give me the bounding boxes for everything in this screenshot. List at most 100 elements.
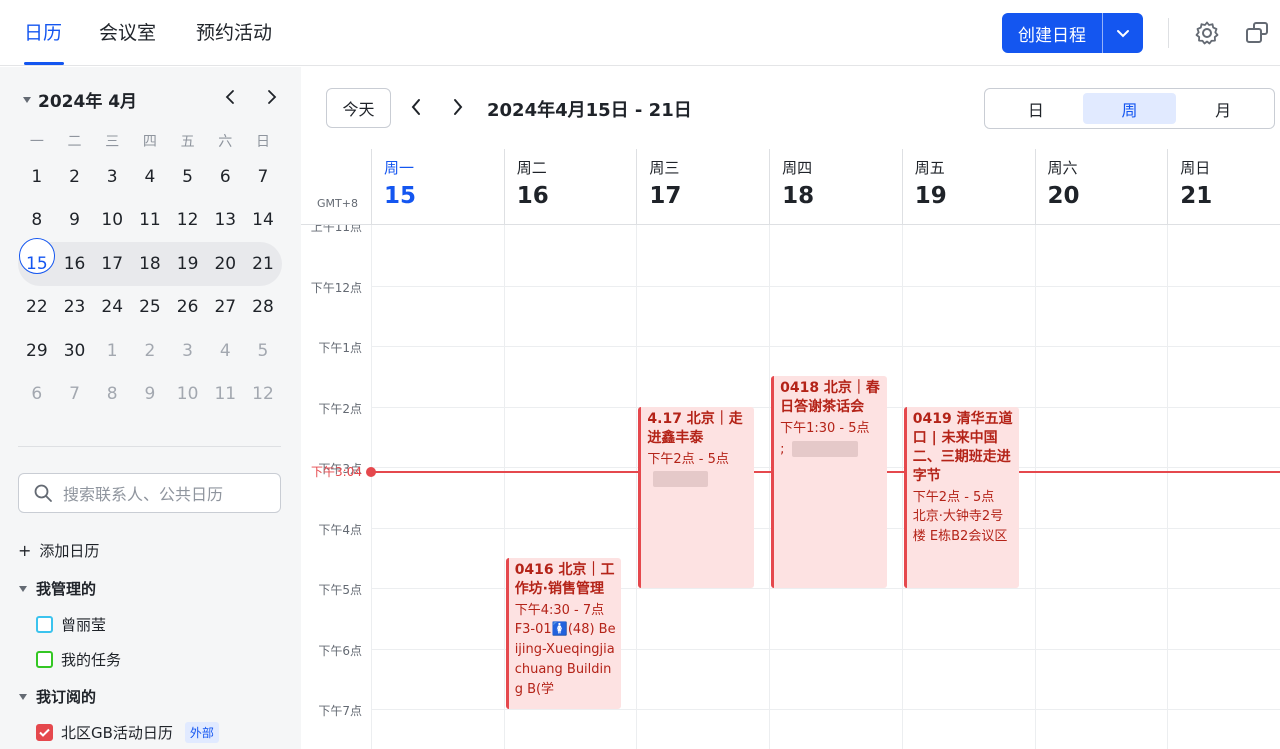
contact-search-input[interactable]: 搜索联系人、公共日历 xyxy=(18,473,281,513)
mini-calendar-day[interactable]: 3 xyxy=(169,341,207,361)
mini-calendar-day[interactable]: 4 xyxy=(131,167,169,187)
mini-calendar-day[interactable]: 28 xyxy=(244,297,282,317)
day-column-divider xyxy=(769,225,771,749)
create-event-button[interactable]: 创建日程 xyxy=(1002,13,1143,53)
mini-calendar-day[interactable]: 8 xyxy=(18,210,56,230)
mini-calendar-day[interactable]: 1 xyxy=(18,167,56,187)
mini-calendar-day[interactable]: 5 xyxy=(169,167,207,187)
mini-calendar-day[interactable]: 9 xyxy=(131,384,169,404)
week-grid[interactable]: 上午11点 下午12点 下午1点 下午2点 下午3点 下午4点 下午5点 下午6点 下午7点 下午… xyxy=(301,225,1280,749)
mini-calendar-day[interactable]: 11 xyxy=(206,384,244,404)
mini-calendar-day[interactable]: 6 xyxy=(18,384,56,404)
tab-meeting-room[interactable]: 会议室 xyxy=(99,18,156,45)
mini-calendar-day[interactable]: 9 xyxy=(56,210,94,230)
caret-down-icon xyxy=(19,585,27,592)
day-column-header[interactable]: 周一 15 xyxy=(371,149,504,225)
tab-booking-events[interactable]: 预约活动 xyxy=(196,18,272,45)
mini-calendar-day[interactable]: 27 xyxy=(206,297,244,317)
mini-calendar-day[interactable]: 12 xyxy=(244,384,282,404)
gear-icon[interactable] xyxy=(1194,20,1220,46)
mini-calendar-day[interactable]: 8 xyxy=(93,384,131,404)
mini-calendar-day[interactable]: 17 xyxy=(93,254,131,274)
day-number: 20 xyxy=(1047,183,1080,209)
tab-calendar[interactable]: 日历 xyxy=(24,18,62,45)
mini-calendar-title[interactable]: 2024年 4月 xyxy=(22,87,137,112)
mini-calendar-day[interactable]: 30 xyxy=(56,341,94,361)
mini-calendar-day[interactable]: 2 xyxy=(56,167,94,187)
event-time: 下午2点 - 5点 xyxy=(912,489,995,505)
calendar-item-personal[interactable]: 曾丽莹 xyxy=(36,614,106,635)
calendar-item-gb-events[interactable]: 北区GB活动日历 外部 xyxy=(36,722,219,743)
chevron-right-icon[interactable] xyxy=(261,87,281,107)
external-badge: 外部 xyxy=(184,722,219,743)
view-day-option[interactable]: 日 xyxy=(989,93,1083,124)
mini-calendar-day[interactable]: 2 xyxy=(131,341,169,361)
calendar-event[interactable]: 0418 北京｜春日答谢茶话会 下午1:30 - 5点; xyxy=(771,376,887,588)
calendar-item-tasks[interactable]: 我的任务 xyxy=(36,649,121,670)
mini-calendar-day[interactable]: 18 xyxy=(131,254,169,274)
calendar-event[interactable]: 0416 北京｜工作坊·销售管理 下午4:30 - 7点 F3-01🚺(48) Be… xyxy=(505,557,622,709)
mini-calendar-day[interactable]: 7 xyxy=(244,167,282,187)
day-number: 21 xyxy=(1180,183,1213,209)
redacted-location xyxy=(792,440,859,457)
section-label: 我订阅的 xyxy=(36,688,97,706)
create-event-label: 创建日程 xyxy=(1018,25,1086,46)
mini-calendar-day[interactable]: 14 xyxy=(244,210,282,230)
mini-calendar-day[interactable]: 19 xyxy=(169,254,207,274)
day-column-header[interactable]: 周六 20 xyxy=(1034,149,1168,225)
mini-calendar-day[interactable]: 29 xyxy=(18,341,56,361)
current-time-label: 下午3:04 xyxy=(311,465,362,480)
caret-down-icon xyxy=(23,96,31,103)
hour-label: 下午4点 xyxy=(318,522,362,537)
day-column-header[interactable]: 周三 17 xyxy=(636,149,769,225)
today-button[interactable]: 今天 xyxy=(326,88,391,128)
weekday-label: 日 xyxy=(255,134,270,150)
chevron-left-icon[interactable] xyxy=(407,97,427,117)
day-column-header[interactable]: 周四 18 xyxy=(769,149,902,225)
mini-calendar-day[interactable]: 26 xyxy=(169,297,207,317)
mini-calendar-day[interactable]: 5 xyxy=(244,341,282,361)
mini-calendar-day[interactable]: 7 xyxy=(56,384,94,404)
mini-calendar-day[interactable]: 10 xyxy=(93,210,131,230)
redacted-location xyxy=(653,471,709,487)
day-column-header[interactable]: 周日 21 xyxy=(1167,149,1280,225)
create-event-dropdown[interactable] xyxy=(1103,28,1143,38)
mini-calendar-day[interactable]: 13 xyxy=(206,210,244,230)
mini-calendar-day[interactable]: 12 xyxy=(169,210,207,230)
calendar-checkbox-checked[interactable] xyxy=(36,724,53,741)
mini-calendar-week: 6 7 8 9 10 11 12 xyxy=(18,373,282,417)
mini-calendar-day[interactable]: 25 xyxy=(131,297,169,317)
popout-window-icon[interactable] xyxy=(1244,20,1270,46)
mini-calendar-day[interactable]: 20 xyxy=(206,254,244,274)
mini-calendar-day[interactable]: 16 xyxy=(56,254,94,274)
day-number: 15 xyxy=(384,183,417,209)
weekday-label: 四 xyxy=(142,134,157,150)
subscribed-calendars-section[interactable]: 我订阅的 xyxy=(18,686,96,707)
mini-calendar-day[interactable]: 21 xyxy=(244,254,282,274)
mini-calendar-day[interactable]: 3 xyxy=(93,167,131,187)
view-month-option[interactable]: 月 xyxy=(1176,93,1270,124)
mini-calendar-day[interactable]: 11 xyxy=(131,210,169,230)
chevron-right-icon[interactable] xyxy=(447,97,467,117)
mini-calendar-day[interactable]: 10 xyxy=(169,384,207,404)
calendar-event[interactable]: 4.17 北京｜走进鑫丰泰 下午2点 - 5点 xyxy=(638,406,755,588)
day-number: 18 xyxy=(782,183,815,209)
mini-calendar-day[interactable]: 23 xyxy=(56,297,94,317)
mini-calendar-day[interactable]: 24 xyxy=(93,297,131,317)
section-label: 我管理的 xyxy=(36,580,97,598)
calendar-checkbox[interactable] xyxy=(36,616,53,633)
chevron-left-icon[interactable] xyxy=(221,87,241,107)
mini-calendar-day[interactable]: 6 xyxy=(206,167,244,187)
view-week-option[interactable]: 周 xyxy=(1082,93,1177,124)
hour-label: 下午5点 xyxy=(318,583,362,597)
mini-calendar-day[interactable]: 1 xyxy=(93,341,131,361)
mini-calendar-day[interactable]: 4 xyxy=(206,341,244,361)
day-column-header[interactable]: 周五 19 xyxy=(901,149,1035,225)
mini-calendar-day[interactable]: 15 xyxy=(18,237,56,274)
managed-calendars-section[interactable]: 我管理的 xyxy=(18,578,96,599)
add-calendar-button[interactable]: + 添加日历 xyxy=(18,540,99,561)
calendar-event[interactable]: 0419 清华五道口 | 未来中国二、三期班走进字节 下午2点 - 5点 北京·大钟… xyxy=(903,406,1020,588)
calendar-checkbox[interactable] xyxy=(36,651,53,668)
mini-calendar-day[interactable]: 22 xyxy=(18,297,56,317)
day-column-header[interactable]: 周二 16 xyxy=(503,149,637,225)
